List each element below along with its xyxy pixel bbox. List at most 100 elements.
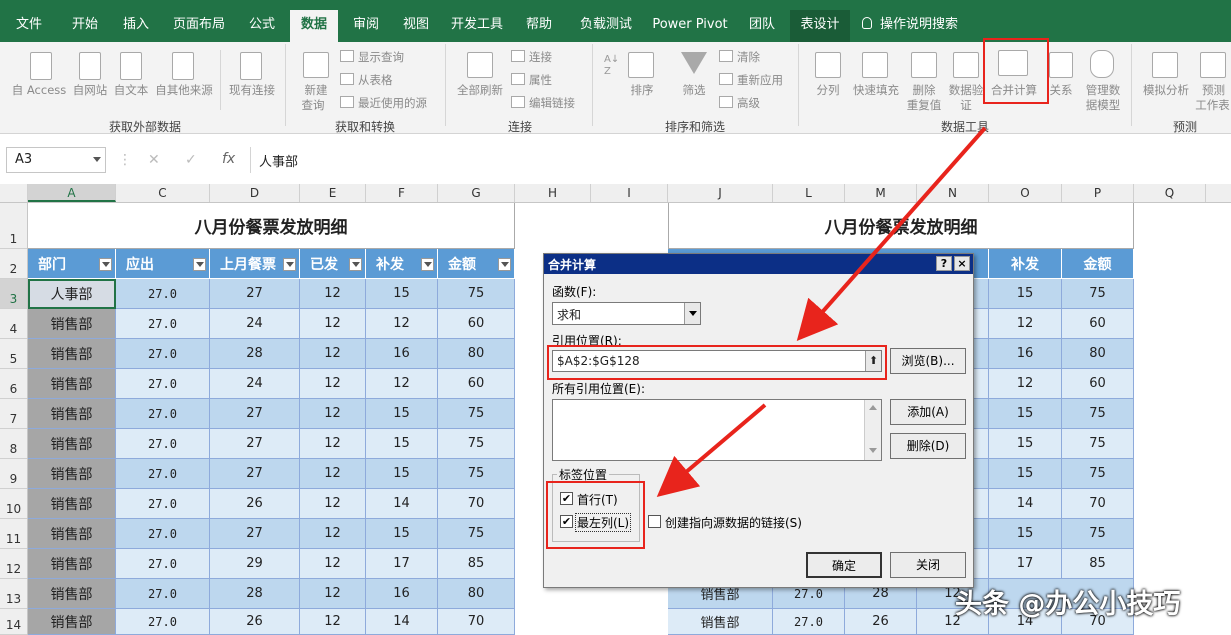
table-cell[interactable]: 29 [210, 549, 300, 579]
col-header-l[interactable]: L [773, 184, 845, 202]
tab-help[interactable]: 帮助 [514, 10, 564, 42]
row-header[interactable]: 5 [0, 339, 27, 369]
table-cell[interactable]: 12 [300, 339, 366, 369]
table-cell[interactable]: 75 [1062, 429, 1134, 459]
table-cell[interactable]: 销售部 [28, 369, 116, 399]
table-cell[interactable]: 60 [1062, 309, 1134, 339]
close-button[interactable]: 关闭 [890, 552, 966, 578]
table-cell[interactable]: 80 [438, 579, 515, 609]
table-cell[interactable]: 12 [300, 309, 366, 339]
tab-formulas[interactable]: 公式 [238, 10, 286, 42]
table-cell[interactable]: 70 [438, 489, 515, 519]
table-cell[interactable]: 12 [300, 279, 366, 309]
table-cell[interactable]: 24 [210, 309, 300, 339]
function-select[interactable]: 求和 [552, 302, 701, 325]
tab-data[interactable]: 数据 [290, 10, 338, 42]
table-cell[interactable]: 14 [366, 489, 438, 519]
tab-table-design[interactable]: 表设计 [790, 10, 850, 42]
table-cell[interactable]: 12 [366, 369, 438, 399]
table-cell[interactable]: 27 [210, 399, 300, 429]
table-cell[interactable]: 85 [1062, 549, 1134, 579]
table-cell[interactable]: 15 [366, 279, 438, 309]
table-cell[interactable]: 60 [438, 309, 515, 339]
table-cell[interactable]: 27.0 [116, 339, 210, 369]
row-header[interactable]: 12 [0, 549, 27, 579]
row-header[interactable]: 14 [0, 609, 27, 635]
table-cell[interactable]: 75 [1062, 399, 1134, 429]
filter-dropdown-icon[interactable] [99, 258, 112, 271]
insert-function-icon[interactable]: fx [222, 151, 235, 167]
table-cell[interactable]: 15 [366, 459, 438, 489]
table-header-cell[interactable]: 补发 [366, 249, 438, 279]
delete-button[interactable]: 删除(D) [890, 433, 966, 459]
table-cell[interactable]: 28 [210, 339, 300, 369]
sort-az-button[interactable]: A↓ Z [604, 54, 619, 78]
table-cell[interactable]: 27.0 [116, 459, 210, 489]
table-cell[interactable]: 27.0 [116, 309, 210, 339]
table-cell[interactable]: 15 [366, 519, 438, 549]
table-cell[interactable]: 12 [366, 309, 438, 339]
filter-dropdown-icon[interactable] [498, 258, 511, 271]
table-cell[interactable]: 75 [438, 519, 515, 549]
col-header-a[interactable]: A [28, 184, 116, 202]
table-cell[interactable]: 80 [438, 339, 515, 369]
row-header[interactable]: 2 [0, 249, 27, 279]
table-cell[interactable]: 75 [438, 279, 515, 309]
tab-team[interactable]: 团队 [738, 10, 786, 42]
all-references-list[interactable] [552, 399, 882, 461]
scroll-down-icon[interactable] [869, 448, 877, 453]
table-cell[interactable]: 70 [1062, 489, 1134, 519]
table-cell[interactable]: 15 [366, 429, 438, 459]
table-cell[interactable]: 15 [989, 399, 1062, 429]
table-cell[interactable]: 12 [300, 399, 366, 429]
table-cell[interactable]: 16 [366, 579, 438, 609]
table-cell[interactable]: 12 [989, 369, 1062, 399]
filter-dropdown-icon[interactable] [283, 258, 296, 271]
right-table-title[interactable]: 八月份餐票发放明细 [668, 203, 1134, 249]
table-cell[interactable]: 80 [1062, 339, 1134, 369]
table-cell[interactable]: 26 [210, 489, 300, 519]
table-cell[interactable]: 12 [300, 489, 366, 519]
table-cell[interactable]: 27.0 [116, 369, 210, 399]
cancel-icon[interactable]: ✕ [148, 152, 160, 168]
table-cell[interactable]: 销售部 [28, 579, 116, 609]
table-cell[interactable]: 12 [300, 519, 366, 549]
table-header-cell[interactable]: 应出 [116, 249, 210, 279]
tab-view[interactable]: 视图 [392, 10, 440, 42]
tab-file[interactable]: 文件 [4, 10, 54, 42]
col-header-n[interactable]: N [917, 184, 989, 202]
row-header[interactable]: 7 [0, 399, 27, 429]
table-cell[interactable]: 12 [300, 429, 366, 459]
row-header[interactable]: 1 [0, 203, 27, 249]
select-all[interactable] [0, 184, 28, 202]
col-header-d[interactable]: D [210, 184, 300, 202]
col-header-c[interactable]: C [116, 184, 210, 202]
tab-power-pivot[interactable]: Power Pivot [648, 10, 732, 42]
row-header[interactable]: 9 [0, 459, 27, 489]
table-cell[interactable]: 27.0 [116, 489, 210, 519]
table-cell[interactable]: 16 [366, 339, 438, 369]
list-scrollbar[interactable] [864, 400, 881, 460]
name-box[interactable]: A3 [6, 147, 106, 173]
col-header-p[interactable]: P [1062, 184, 1134, 202]
table-cell[interactable]: 12 [300, 459, 366, 489]
table-cell[interactable]: 27.0 [116, 519, 210, 549]
table-cell[interactable]: 15 [989, 429, 1062, 459]
row-header[interactable]: 13 [0, 579, 27, 609]
table-cell[interactable]: 12 [989, 309, 1062, 339]
table-header-cell[interactable]: 金额 [1062, 249, 1134, 279]
table-cell[interactable]: 27.0 [116, 579, 210, 609]
table-cell[interactable]: 27.0 [116, 609, 210, 635]
table-cell[interactable]: 24 [210, 369, 300, 399]
table-cell[interactable]: 销售部 [28, 519, 116, 549]
table-header-cell[interactable]: 已发 [300, 249, 366, 279]
table-cell[interactable]: 14 [366, 609, 438, 635]
table-cell[interactable]: 27.0 [116, 279, 210, 309]
tab-review[interactable]: 审阅 [342, 10, 390, 42]
close-icon[interactable]: × [954, 256, 970, 271]
table-cell[interactable]: 销售部 [668, 609, 773, 635]
table-cell[interactable]: 75 [438, 459, 515, 489]
table-cell[interactable]: 75 [1062, 519, 1134, 549]
row-header[interactable]: 11 [0, 519, 27, 549]
row-header[interactable]: 10 [0, 489, 27, 519]
